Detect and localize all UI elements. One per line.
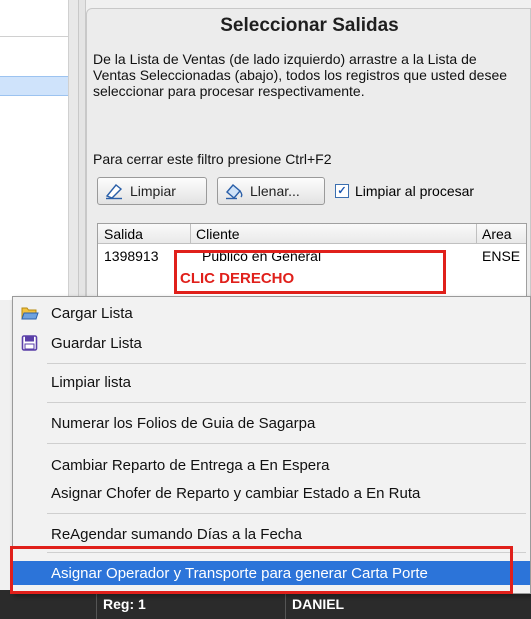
pane-splitter[interactable] — [78, 0, 86, 300]
grid-header: Salida Cliente Area — [98, 224, 526, 244]
column-divider[interactable] — [190, 224, 191, 244]
menu-item-label: Cargar Lista — [51, 304, 133, 322]
menu-item-label: ReAgendar sumando Días a la Fecha — [51, 525, 302, 543]
menu-item-load-list[interactable]: Cargar Lista — [13, 301, 530, 325]
menu-item-label: Asignar Chofer de Reparto y cambiar Esta… — [51, 484, 421, 502]
left-scrollbar[interactable] — [68, 0, 78, 300]
status-bar: Reg: 1 DANIEL — [0, 590, 531, 619]
clear-on-process-option[interactable]: ✓ Limpiar al procesar — [335, 183, 474, 199]
sales-list-pane[interactable] — [0, 0, 78, 300]
save-icon — [21, 335, 39, 351]
panel-toolbar: Limpiar Llenar... ✓ Limpiar al procesar — [97, 175, 527, 209]
menu-item-save-list[interactable]: Guardar Lista — [13, 331, 530, 355]
clear-button-label: Limpiar — [130, 183, 176, 199]
menu-separator — [47, 443, 526, 444]
menu-separator — [47, 363, 526, 364]
menu-item-label: Cambiar Reparto de Entrega a En Espera — [51, 456, 330, 474]
menu-item-reschedule-days[interactable]: ReAgendar sumando Días a la Fecha — [13, 522, 530, 546]
column-header-area[interactable]: Area — [482, 226, 512, 242]
clear-on-process-checkbox[interactable]: ✓ — [335, 184, 349, 198]
menu-item-number-sagarpa-folios[interactable]: Numerar los Folios de Guia de Sagarpa — [13, 411, 530, 435]
right-click-annotation-label: CLIC DERECHO — [180, 270, 295, 287]
menu-separator — [47, 402, 526, 403]
cell-area: ENSE — [482, 248, 521, 264]
menu-item-assign-driver-en-ruta[interactable]: Asignar Chofer de Reparto y cambiar Esta… — [13, 481, 530, 505]
fill-icon — [224, 182, 244, 200]
user-name: DANIEL — [292, 596, 345, 612]
eraser-icon — [104, 182, 124, 200]
clear-button[interactable]: Limpiar — [97, 177, 207, 205]
folder-open-icon — [21, 305, 39, 321]
selected-list-row[interactable] — [0, 76, 78, 96]
menu-item-label: Guardar Lista — [51, 334, 142, 352]
close-filter-hint: Para cerrar este filtro presione Ctrl+F2 — [93, 151, 332, 167]
menu-item-label: Limpiar lista — [51, 373, 132, 391]
menu-item-label: Numerar los Folios de Guia de Sagarpa — [51, 414, 316, 432]
clear-on-process-label: Limpiar al procesar — [355, 183, 475, 199]
menu-separator — [47, 513, 526, 514]
highlight-annotation-box — [10, 546, 513, 594]
fill-button[interactable]: Llenar... — [217, 177, 325, 205]
menu-item-clear-list[interactable]: Limpiar lista — [13, 370, 530, 394]
list-divider — [0, 36, 78, 37]
fill-button-label: Llenar... — [250, 183, 300, 199]
menu-item-change-delivery-to-waiting[interactable]: Cambiar Reparto de Entrega a En Espera — [13, 453, 530, 477]
column-header-cliente[interactable]: Cliente — [196, 226, 240, 242]
panel-description: De la Lista de Ventas (de lado izquierdo… — [93, 51, 508, 99]
record-count: Reg: 1 — [96, 590, 286, 619]
column-divider[interactable] — [476, 224, 477, 244]
panel-title: Seleccionar Salidas — [220, 15, 399, 36]
cell-salida: 1398913 — [104, 248, 159, 264]
column-header-salida[interactable]: Salida — [104, 226, 143, 242]
